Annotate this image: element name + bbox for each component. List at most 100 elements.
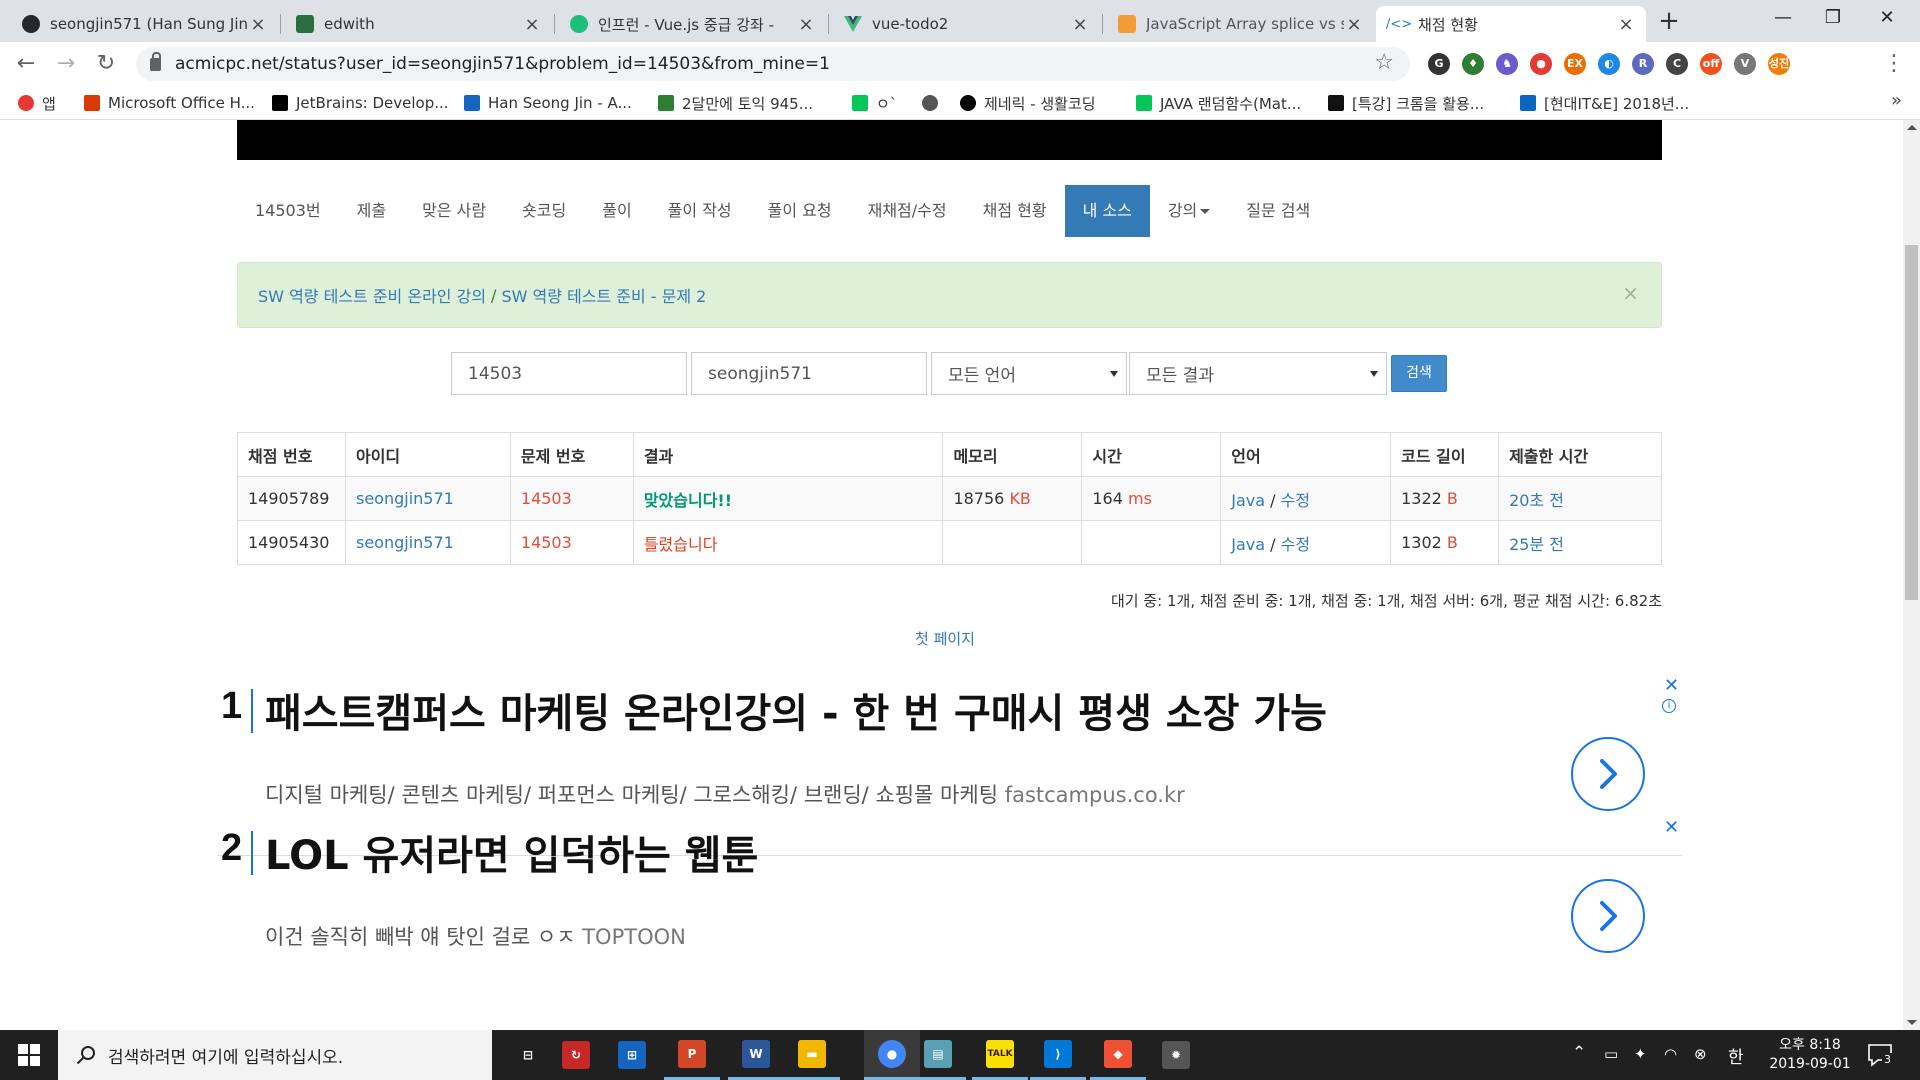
taskbar-clock[interactable]: 오후 8:18 2019-09-01	[1760, 1036, 1860, 1074]
bookmark-item[interactable]: 제네릭 - 생활코딩	[960, 92, 1096, 114]
url-text[interactable]: acmicpc.net/status?user_id=seongjin571&p…	[175, 54, 830, 74]
ad-info-icon[interactable]: i	[1662, 699, 1676, 713]
scroll-thumb[interactable]	[1905, 245, 1918, 600]
taskbar-app[interactable]: ◆	[1090, 1030, 1146, 1080]
subnav-tab[interactable]: 강의	[1150, 185, 1228, 237]
wifi-icon[interactable]: ◠	[1664, 1045, 1677, 1063]
bookmark-item[interactable]: Microsoft Office H...	[84, 92, 255, 114]
first-page-link[interactable]: 첫 페이지	[0, 628, 1890, 649]
maximize-button[interactable]: ❐	[1810, 0, 1856, 36]
address-bar[interactable]: acmicpc.net/status?user_id=seongjin571&p…	[136, 47, 1410, 81]
tab-github[interactable]: seongjin571 (Han Sung Jin) ×	[8, 6, 278, 42]
close-tab-icon[interactable]: ×	[1070, 14, 1090, 35]
ad-go-button[interactable]	[1571, 879, 1645, 953]
tab-edwith[interactable]: edwith ×	[282, 6, 552, 42]
ad-title[interactable]: 패스트캠퍼스 마케팅 온라인강의 - 한 번 구매시 평생 소장 가능	[265, 681, 1327, 739]
user-id-input[interactable]: seongjin571	[691, 352, 927, 395]
taskbar-app[interactable]: ⊞	[604, 1030, 660, 1080]
bookmark-star-icon[interactable]: ☆	[1374, 50, 1394, 75]
subnav-tab[interactable]: 풀이 작성	[650, 185, 750, 237]
bookmark-item[interactable]: JetBrains: Develop...	[272, 92, 449, 114]
problem-set-link[interactable]: SW 역량 테스트 준비 - 문제 2	[501, 283, 706, 307]
course-link[interactable]: SW 역량 테스트 준비 온라인 강의	[258, 283, 486, 307]
close-tab-icon[interactable]: ×	[248, 14, 268, 35]
problem-id-input[interactable]: 14503	[451, 352, 687, 395]
bookmark-item[interactable]: Han Seong Jin - A...	[464, 92, 632, 114]
scroll-up-arrow-icon[interactable]	[1907, 125, 1917, 130]
subnav-tab[interactable]: 맞은 사람	[404, 185, 504, 237]
extension-icon[interactable]: C	[1666, 53, 1688, 75]
bookmark-item[interactable]: ㅇ`	[852, 92, 897, 114]
submitted-time-link[interactable]: 25분 전	[1509, 535, 1564, 554]
subnav-tab[interactable]: 질문 검색	[1228, 185, 1328, 237]
language-link[interactable]: Java	[1231, 491, 1265, 510]
tab-status[interactable]: /<> 채점 현황 ×	[1376, 6, 1646, 42]
close-tab-icon[interactable]: ×	[522, 14, 542, 35]
extension-icon[interactable]: 성진	[1768, 53, 1790, 75]
notification-center-icon[interactable]: 3	[1866, 1041, 1894, 1069]
reload-button[interactable]: ↻	[92, 50, 120, 78]
close-window-button[interactable]: ✕	[1864, 0, 1910, 36]
user-link[interactable]: seongjin571	[356, 489, 454, 508]
search-button[interactable]: 검색	[1391, 355, 1447, 392]
start-button[interactable]	[0, 1030, 58, 1080]
extension-icon[interactable]: R	[1632, 53, 1654, 75]
ad-close-icon[interactable]: ✕	[1664, 817, 1679, 838]
user-link[interactable]: seongjin571	[356, 533, 454, 552]
extension-icon[interactable]: V	[1734, 53, 1756, 75]
extension-icon[interactable]: ●	[1530, 53, 1552, 75]
subnav-tab[interactable]: 재채점/수정	[850, 185, 965, 237]
extension-icon[interactable]: off	[1700, 53, 1722, 75]
ime-indicator[interactable]: 한	[1728, 1043, 1744, 1068]
taskbar-app[interactable]: ⟩	[1030, 1030, 1086, 1080]
tab-js-splice[interactable]: JavaScript Array splice vs sli ×	[1104, 6, 1374, 42]
bookmark-item[interactable]	[922, 92, 946, 114]
language-link[interactable]: Java	[1231, 535, 1265, 554]
submitted-time-link[interactable]: 20초 전	[1509, 491, 1564, 510]
lock-icon[interactable]	[150, 51, 161, 71]
edit-link[interactable]: 수정	[1281, 535, 1310, 554]
tab-inflearn[interactable]: 인프런 - Vue.js 중급 강좌 - ×	[556, 6, 826, 42]
extension-icon[interactable]: ♦	[1462, 53, 1484, 75]
subnav-tab[interactable]: 제출	[339, 185, 404, 237]
dropbox-icon[interactable]: ✦	[1634, 1045, 1647, 1063]
problem-link[interactable]: 14503	[521, 489, 572, 508]
subnav-tab[interactable]: 내 소스	[1064, 185, 1150, 237]
extension-icon[interactable]: ♞	[1496, 53, 1518, 75]
show-hidden-icons-icon[interactable]: ⌃	[1572, 1043, 1586, 1063]
subnav-tab[interactable]: 14503번	[237, 185, 339, 237]
bookmark-item[interactable]: JAVA 랜덤함수(Mat...	[1136, 92, 1301, 114]
taskbar-app[interactable]: W	[728, 1030, 784, 1080]
taskbar-app[interactable]: ✹	[1148, 1030, 1204, 1080]
battery-icon[interactable]: ▭	[1604, 1045, 1618, 1063]
ad-go-button[interactable]	[1571, 737, 1645, 811]
taskbar-app[interactable]: ↻	[548, 1030, 604, 1080]
back-button[interactable]: ←	[12, 50, 40, 78]
close-tab-icon[interactable]: ×	[1616, 14, 1636, 35]
scroll-down-arrow-icon[interactable]	[1907, 1020, 1917, 1025]
extension-icon[interactable]: G	[1428, 53, 1450, 75]
problem-link[interactable]: 14503	[521, 533, 572, 552]
bookmark-item[interactable]: [특강] 크롬을 활용...	[1328, 92, 1484, 114]
language-select[interactable]: 모든 언어	[931, 352, 1127, 395]
close-tab-icon[interactable]: ×	[1344, 14, 1364, 35]
subnav-tab[interactable]: 숏코딩	[504, 185, 584, 237]
taskbar-app[interactable]: TALK	[972, 1030, 1028, 1080]
tab-vue-todo2[interactable]: vue-todo2 ×	[830, 6, 1100, 42]
taskbar-app[interactable]: ▬	[784, 1030, 840, 1080]
subnav-tab[interactable]: 풀이 요청	[750, 185, 850, 237]
close-icon[interactable]: ×	[1622, 281, 1639, 305]
taskbar-app[interactable]: P	[664, 1030, 720, 1080]
page-scrollbar[interactable]	[1903, 120, 1920, 1030]
edit-link[interactable]: 수정	[1281, 491, 1310, 510]
subnav-tab[interactable]: 채점 현황	[965, 185, 1065, 237]
close-tab-icon[interactable]: ×	[796, 14, 816, 35]
minimize-button[interactable]: —	[1760, 0, 1806, 36]
ad-item[interactable]: 2 LOL 유저라면 입덕하는 웹툰 이건 솔직히 빼박 얘 탓인 걸로 ㅇㅈ …	[217, 817, 1682, 992]
more-bookmarks-icon[interactable]: »	[1891, 90, 1902, 111]
bookmark-item[interactable]: 앱	[18, 92, 56, 114]
subnav-tab[interactable]: 풀이	[584, 185, 649, 237]
taskbar-app[interactable]: ▤	[910, 1030, 966, 1080]
new-tab-button[interactable]: +	[1655, 8, 1683, 36]
volume-muted-icon[interactable]: ⊗	[1694, 1045, 1707, 1063]
